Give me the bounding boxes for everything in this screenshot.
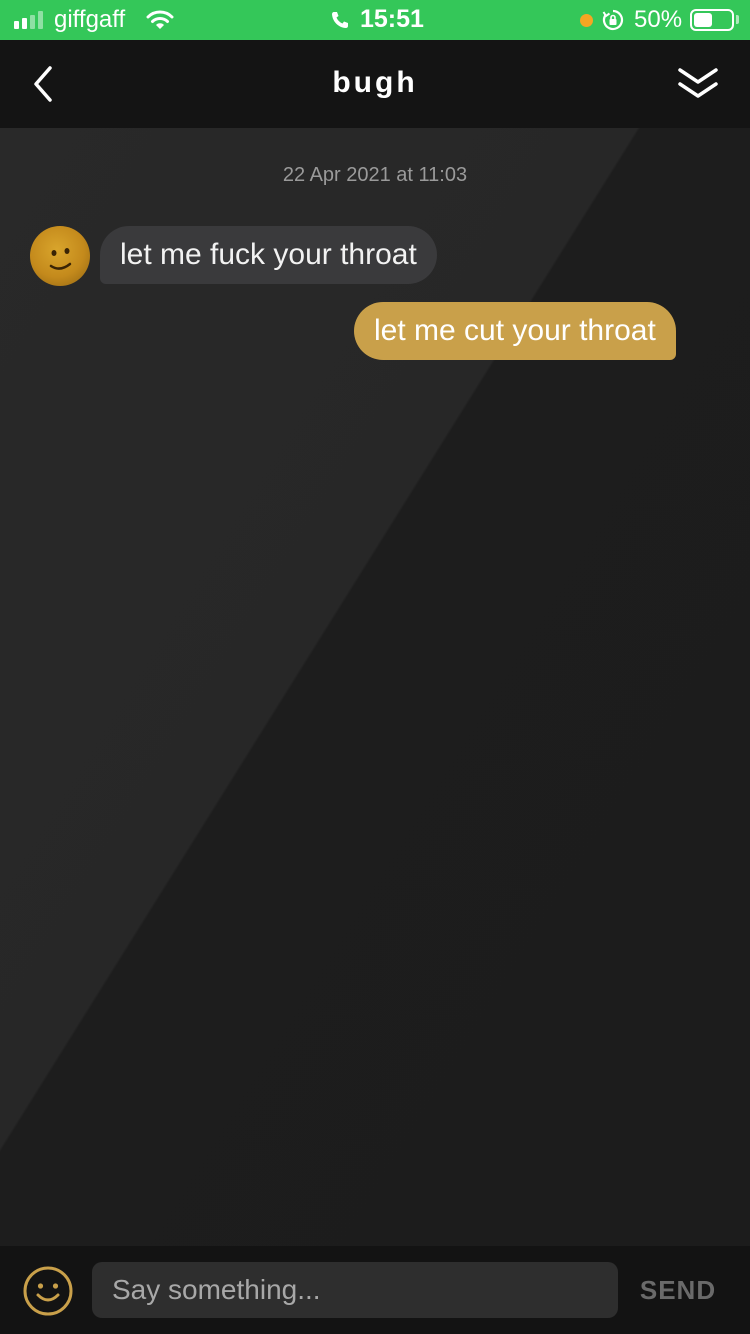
message-timestamp: 22 Apr 2021 at 11:03 [282,164,468,186]
battery-fill [694,13,712,27]
outgoing-message-text: let me cut your throat [374,314,656,347]
nav-bar: bugh [0,40,750,128]
conversation-title: bugh [332,66,418,99]
chat-area[interactable]: 22 Apr 2021 at 11:03 let me fuck your th… [0,128,750,1246]
send-button[interactable]: SEND [630,1262,726,1318]
battery-percent: 50% [634,6,683,33]
wifi-icon [146,10,174,29]
incoming-message-text: let me fuck your throat [120,238,417,271]
avatar[interactable] [30,226,90,286]
carrier-name: giffgaff [54,6,126,33]
battery-icon [690,9,734,31]
smiley-icon[interactable] [22,1265,74,1317]
message-input[interactable] [92,1262,618,1318]
status-time: 15:51 [360,5,424,33]
collapse-chevron-icon[interactable] [674,62,722,106]
signal-icon [14,11,43,29]
avatar-face-icon [49,248,72,270]
battery-tip [736,15,739,24]
composer-bar: SEND [0,1246,750,1334]
status-bar: giffgaff 15:51 50% [0,0,750,40]
rotation-lock-icon [602,9,624,31]
phone-icon [332,11,348,28]
orange-dot-icon [580,14,593,27]
status-time-group: 15:51 [330,5,424,34]
incoming-message-bubble[interactable]: let me fuck your throat [100,226,437,284]
outgoing-message-bubble[interactable]: let me cut your throat [354,302,676,360]
